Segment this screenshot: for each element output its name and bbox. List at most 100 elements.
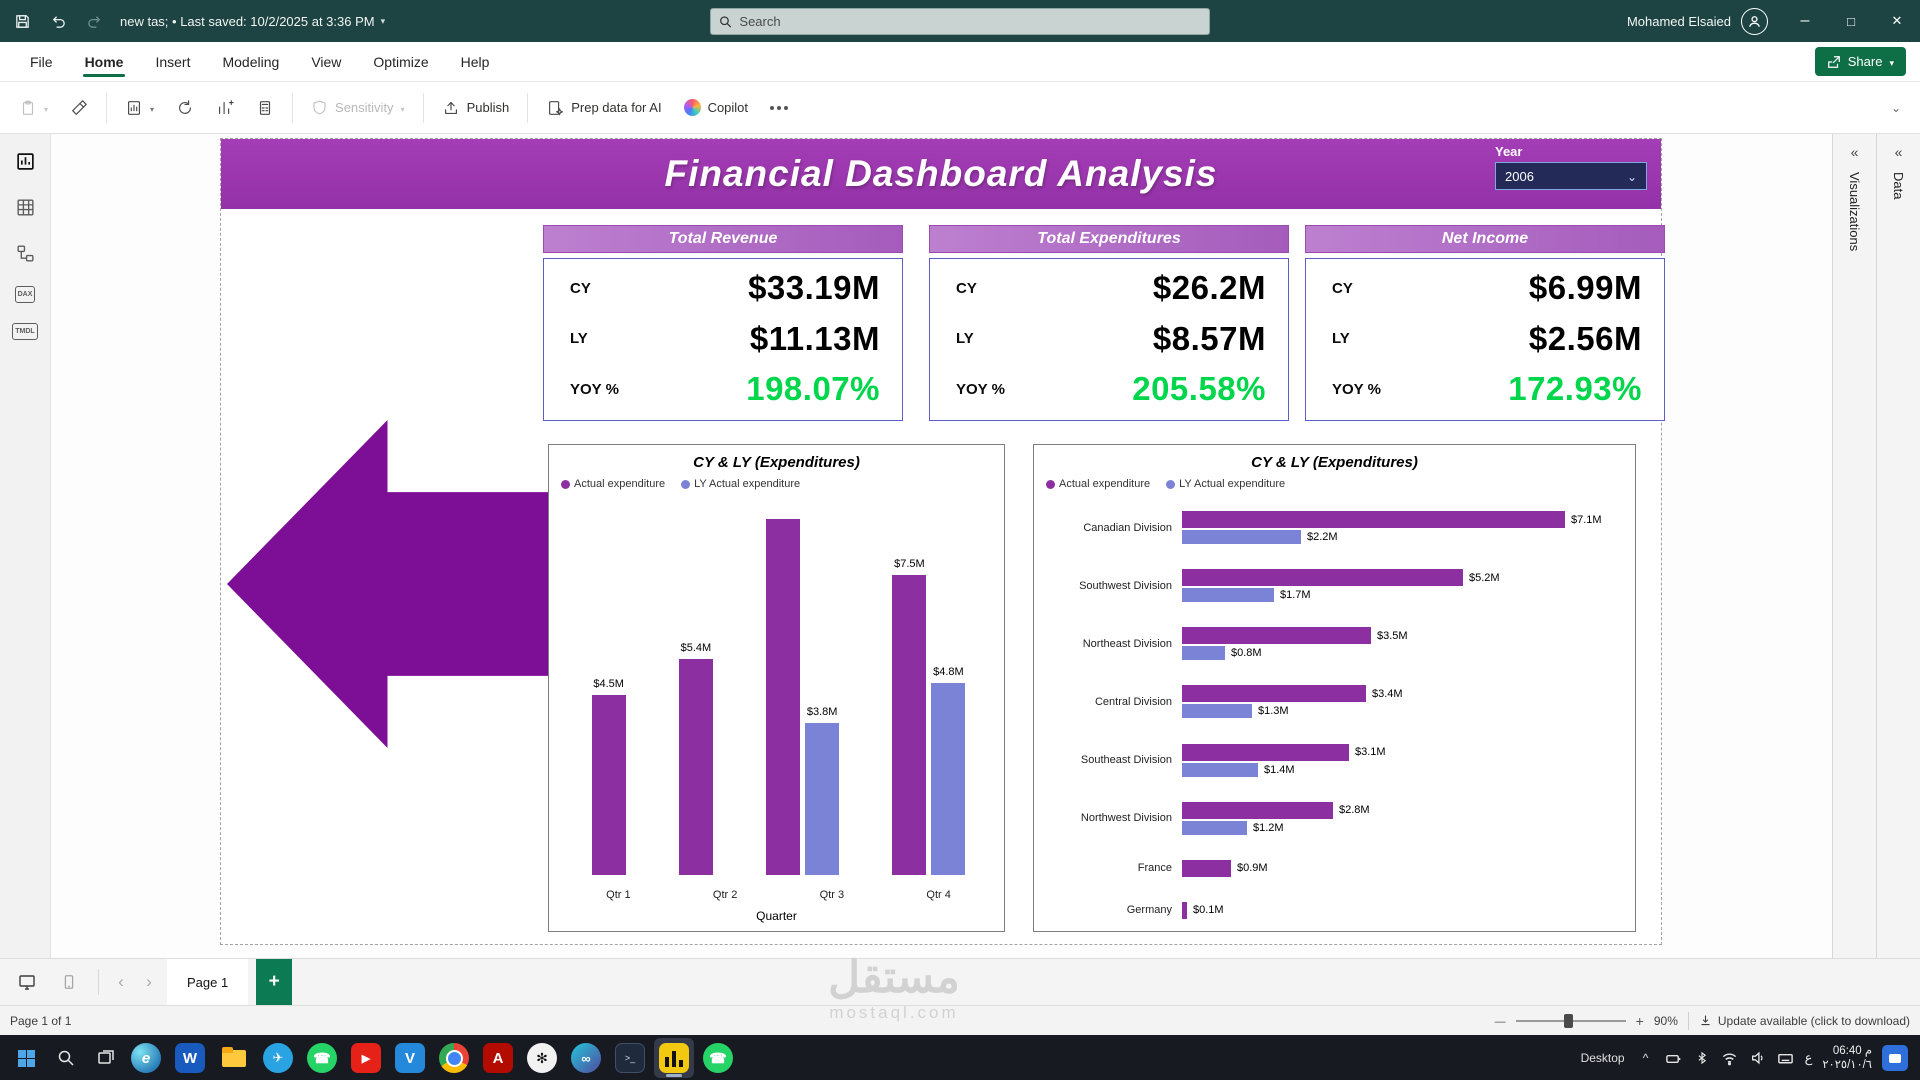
mobile-layout-icon[interactable] — [52, 966, 86, 998]
collapse-ribbon-button[interactable] — [1882, 93, 1910, 122]
taskbar-clock[interactable]: 06:40 م ٢٠٢٥/١٠/٦ — [1822, 1044, 1872, 1073]
cy-bar[interactable] — [1182, 569, 1463, 586]
expand-panel-icon[interactable] — [1851, 144, 1859, 162]
share-button[interactable]: Share — [1815, 47, 1906, 76]
cy-bar[interactable] — [766, 519, 800, 875]
taskbar-app-chatgpt[interactable]: ✻ — [522, 1038, 562, 1078]
table-view-tab[interactable] — [12, 194, 38, 220]
taskbar-app-powerbi[interactable] — [654, 1038, 694, 1078]
ly-bar[interactable] — [1182, 530, 1301, 544]
calculator-button[interactable] — [247, 92, 283, 124]
publish-button[interactable]: Publish — [433, 92, 519, 124]
cy-bar[interactable] — [1182, 511, 1565, 528]
desktop-label[interactable]: Desktop — [1581, 1051, 1625, 1065]
menu-help[interactable]: Help — [445, 42, 506, 81]
taskbar-app-vscode[interactable]: V — [390, 1038, 430, 1078]
zoom-slider[interactable] — [1516, 1020, 1626, 1022]
menu-home[interactable]: Home — [69, 42, 140, 81]
format-painter-button[interactable] — [61, 92, 97, 124]
new-visual-button[interactable] — [207, 92, 243, 124]
quarter-column-chart[interactable]: CY & LY (Expenditures) Actual expenditur… — [548, 444, 1005, 932]
taskbar-app-meta[interactable]: ∞ — [566, 1038, 606, 1078]
language-indicator[interactable]: ع — [1805, 1050, 1813, 1066]
save-icon[interactable] — [12, 11, 32, 31]
taskbar-app-whatsapp[interactable]: ☎ — [302, 1038, 342, 1078]
ly-bar[interactable] — [1182, 763, 1258, 777]
search-input[interactable] — [739, 14, 1201, 29]
taskbar-search-button[interactable] — [46, 1038, 86, 1078]
kpi-card-3[interactable]: Net IncomeCY$6.99MLY$2.56MYOY %172.93% — [1305, 225, 1665, 421]
hidden-icons-chevron[interactable] — [1637, 1049, 1655, 1067]
zoom-in-button[interactable] — [1636, 1013, 1644, 1029]
ly-bar[interactable] — [1182, 646, 1225, 660]
previous-page-button[interactable] — [111, 972, 131, 992]
notification-center-icon[interactable] — [1882, 1045, 1908, 1071]
task-view-button[interactable] — [86, 1038, 126, 1078]
taskbar-app-edge[interactable]: e — [126, 1038, 166, 1078]
dax-query-view-tab[interactable]: DAX — [15, 286, 36, 303]
menu-view[interactable]: View — [295, 42, 357, 81]
copilot-button[interactable]: Copilot — [675, 92, 757, 123]
minimize-button[interactable] — [1782, 0, 1828, 42]
undo-icon[interactable] — [48, 11, 68, 31]
menu-optimize[interactable]: Optimize — [357, 42, 444, 81]
close-button[interactable] — [1874, 0, 1920, 42]
document-title[interactable]: new tas; • Last saved: 10/2/2025 at 3:36… — [120, 14, 385, 29]
ly-bar[interactable] — [1182, 821, 1247, 835]
taskbar-app-terminal[interactable]: >_ — [610, 1038, 650, 1078]
taskbar-app-chrome[interactable] — [434, 1038, 474, 1078]
maximize-button[interactable] — [1828, 0, 1874, 42]
ly-bar[interactable]: $3.8M — [805, 723, 839, 875]
cy-bar[interactable]: $5.4M — [679, 659, 713, 875]
zoom-out-button[interactable] — [1495, 1014, 1506, 1028]
left-arrow-shape[interactable] — [227, 420, 548, 748]
taskbar-app-explorer[interactable] — [214, 1038, 254, 1078]
cy-bar[interactable]: $4.5M — [592, 695, 626, 875]
model-view-tab[interactable] — [12, 240, 38, 266]
taskbar-app-youtube[interactable]: ▶ — [346, 1038, 386, 1078]
desktop-layout-icon[interactable] — [10, 966, 44, 998]
cy-bar[interactable] — [1182, 860, 1231, 877]
battery-icon[interactable] — [1665, 1049, 1683, 1067]
report-canvas[interactable]: Financial Dashboard Analysis Year 2006 T… — [51, 134, 1832, 958]
kpi-card-1[interactable]: Total RevenueCY$33.19MLY$11.13MYOY %198.… — [543, 225, 903, 421]
update-available-link[interactable]: Update available (click to download) — [1699, 1014, 1910, 1028]
volume-icon[interactable] — [1749, 1049, 1767, 1067]
report-view-button[interactable] — [116, 92, 163, 124]
more-options-button[interactable] — [761, 99, 797, 117]
ly-bar[interactable] — [1182, 704, 1252, 718]
panel-data[interactable]: Data — [1876, 134, 1920, 958]
next-page-button[interactable] — [139, 972, 159, 992]
panel-visualizations[interactable]: Visualizations — [1832, 134, 1876, 958]
global-search-box[interactable] — [710, 8, 1210, 35]
year-dropdown[interactable]: 2006 — [1495, 162, 1647, 190]
add-page-button[interactable] — [256, 959, 292, 1005]
report-page[interactable]: Financial Dashboard Analysis Year 2006 T… — [220, 138, 1662, 945]
menu-file[interactable]: File — [14, 42, 69, 81]
cy-bar[interactable] — [1182, 902, 1187, 919]
cy-bar[interactable] — [1182, 744, 1349, 761]
user-avatar[interactable] — [1741, 8, 1768, 35]
cy-bar[interactable] — [1182, 627, 1371, 644]
start-button[interactable] — [6, 1038, 46, 1078]
bluetooth-icon[interactable] — [1693, 1049, 1711, 1067]
cy-bar[interactable]: $7.5M — [892, 575, 926, 875]
kpi-card-2[interactable]: Total ExpendituresCY$26.2MLY$8.57MYOY %2… — [929, 225, 1289, 421]
refresh-button[interactable] — [167, 92, 203, 124]
taskbar-app-telegram[interactable]: ✈ — [258, 1038, 298, 1078]
taskbar-app-acrobat[interactable]: A — [478, 1038, 518, 1078]
menu-modeling[interactable]: Modeling — [206, 42, 295, 81]
prep-data-ai-button[interactable]: Prep data for AI — [537, 92, 670, 124]
taskbar-app-whatsapp-2[interactable]: ☎ — [698, 1038, 738, 1078]
cy-bar[interactable] — [1182, 802, 1333, 819]
wifi-icon[interactable] — [1721, 1049, 1739, 1067]
report-view-tab[interactable] — [12, 148, 38, 174]
expand-panel-icon[interactable] — [1895, 144, 1903, 162]
zoom-slider-handle[interactable] — [1564, 1014, 1573, 1028]
menu-insert[interactable]: Insert — [139, 42, 206, 81]
page-tab[interactable]: Page 1 — [167, 959, 248, 1005]
taskbar-app-word[interactable]: W — [170, 1038, 210, 1078]
ly-bar[interactable] — [1182, 588, 1274, 602]
cy-bar[interactable] — [1182, 685, 1366, 702]
tmdl-view-tab[interactable]: TMDL — [12, 323, 37, 340]
